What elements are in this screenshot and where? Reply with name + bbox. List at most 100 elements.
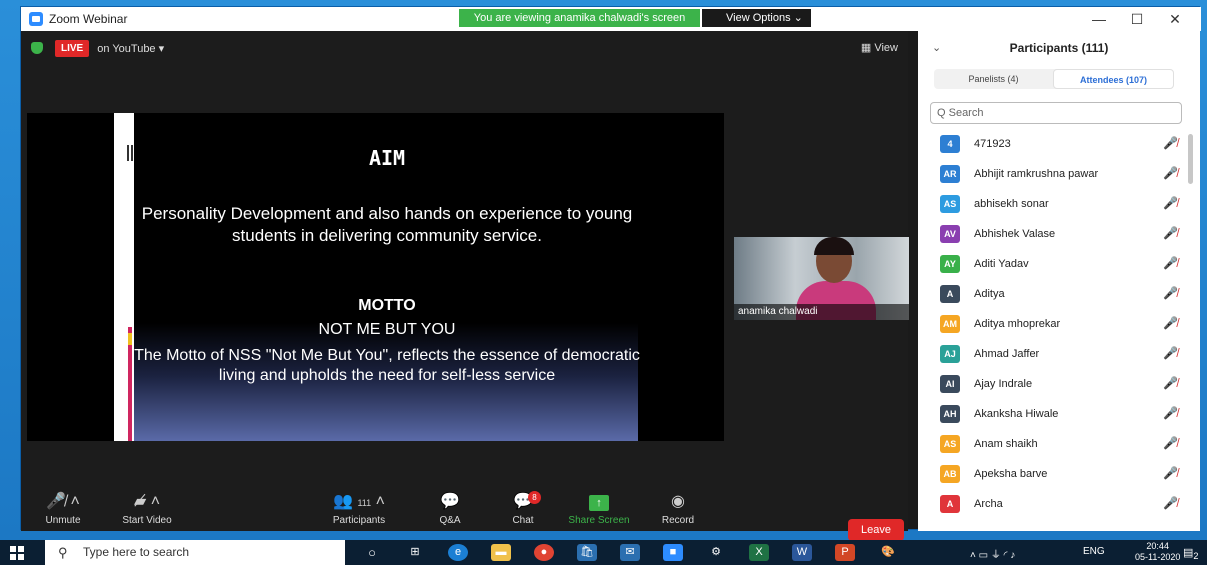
avatar: AI — [940, 375, 960, 393]
participant-name: abhisekh sonar — [974, 198, 1049, 210]
participant-name: Aditya — [974, 288, 1005, 300]
record-button[interactable]: ◉ Record — [658, 491, 698, 526]
avatar: AS — [940, 435, 960, 453]
panel-title: Participants (111) — [1009, 41, 1109, 55]
share-screen-label: Share Screen — [568, 515, 630, 526]
mic-muted-icon: 🎤̸ — [1163, 496, 1178, 510]
chrome-icon[interactable]: ● — [534, 544, 554, 561]
participant-search-input[interactable]: Q Search — [930, 102, 1182, 124]
participants-button[interactable]: 👥 111 ˄ Participants — [328, 491, 390, 526]
participant-row[interactable]: A Aditya 🎤̸ — [938, 280, 1188, 310]
meeting-toolbar: 🎤̸ ˄ Unmute ▰̸ ˄ Start Video 👥 111 ˄ Par… — [21, 487, 908, 531]
participant-row[interactable]: AB Apeksha barve 🎤̸ — [938, 460, 1188, 490]
paint-icon[interactable]: 🎨 — [878, 544, 898, 561]
video-name-label: anamika chalwadi — [734, 304, 909, 320]
start-video-label: Start Video — [122, 515, 172, 526]
qa-button[interactable]: 💬 Q&A — [433, 491, 467, 526]
mic-muted-icon: 🎤̸ — [1163, 316, 1178, 330]
chat-label: Chat — [512, 515, 534, 526]
participant-row[interactable]: A Archa 🎤̸ — [938, 490, 1188, 520]
participant-row[interactable]: AM Aditya mhoprekar 🎤̸ — [938, 310, 1188, 340]
mic-muted-icon: 🎤̸ — [1163, 376, 1178, 390]
panel-scrollbar[interactable] — [1188, 134, 1193, 184]
settings-icon[interactable]: ⚙ — [706, 544, 726, 561]
participants-panel: ⌄ Participants (111) Panelists (4) Atten… — [918, 31, 1200, 531]
windows-start-icon[interactable] — [10, 546, 24, 560]
notification-icon[interactable]: ▤2 — [1183, 546, 1199, 561]
avatar: AB — [940, 465, 960, 483]
mic-muted-icon: 🎤̸ — [1163, 136, 1178, 150]
view-button[interactable]: ▦ View — [861, 41, 898, 54]
participant-name: Ajay Indrale — [974, 378, 1033, 390]
shield-icon — [31, 42, 43, 54]
participant-name: Archa — [974, 498, 1003, 510]
language-indicator[interactable]: ENG — [1083, 546, 1105, 557]
excel-icon[interactable]: X — [749, 544, 769, 561]
minimize-button[interactable]: — — [1079, 10, 1119, 28]
tab-attendees[interactable]: Attendees (107) — [1053, 69, 1174, 89]
participant-name: Anam shaikh — [974, 438, 1038, 450]
avatar: AS — [940, 195, 960, 213]
taskbar-search-input[interactable]: Type here to search — [45, 540, 345, 565]
title-bar: Zoom Webinar You are viewing anamika cha… — [21, 7, 1201, 31]
avatar: A — [940, 285, 960, 303]
maximize-button[interactable]: ☐ — [1117, 10, 1157, 28]
system-tray-icons[interactable]: ˄ ▭ ⏚ ◜ ♪ — [970, 546, 1015, 561]
slide-motto-text: The Motto of NSS "Not Me But You", refle… — [134, 347, 640, 384]
chat-button[interactable]: 💬 8 Chat — [506, 491, 541, 526]
start-video-button[interactable]: ▰̸ ˄ Start Video — [116, 491, 178, 526]
participant-row[interactable]: AH Akanksha Hiwale 🎤̸ — [938, 400, 1188, 430]
participant-row[interactable]: AS Anam shaikh 🎤̸ — [938, 430, 1188, 460]
shared-slide: AIM Personality Development and also han… — [27, 113, 724, 441]
avatar: 4 — [940, 135, 960, 153]
participant-row[interactable]: AI Ajay Indrale 🎤̸ — [938, 370, 1188, 400]
zoom-taskbar-icon[interactable]: ■ — [663, 544, 683, 561]
mic-muted-icon: 🎤̸ — [1163, 346, 1178, 360]
avatar: AH — [940, 405, 960, 423]
clock[interactable]: 20:44 05-11-2020 — [1135, 541, 1180, 563]
share-icon: ↑ — [589, 495, 609, 511]
slide-motto-line: NOT ME BUT YOU — [318, 321, 456, 338]
share-screen-button[interactable]: ↑ Share Screen — [564, 491, 634, 526]
edge-icon[interactable]: e — [448, 544, 468, 561]
word-icon[interactable]: W — [792, 544, 812, 561]
avatar: A — [940, 495, 960, 513]
speaker-video[interactable]: anamika chalwadi — [734, 237, 909, 320]
view-label: View — [874, 42, 898, 54]
unmute-label: Unmute — [45, 515, 81, 526]
cortana-icon[interactable]: ○ — [362, 544, 382, 561]
mic-muted-icon: 🎤̸ — [1163, 406, 1178, 420]
powerpoint-icon[interactable]: P — [835, 544, 855, 561]
record-icon: ◉ — [671, 493, 685, 510]
search-icon: ⚲ — [58, 545, 68, 560]
mail-icon[interactable]: ✉ — [620, 544, 640, 561]
view-options-button[interactable]: View Options ⌄ — [702, 9, 811, 27]
file-explorer-icon[interactable]: ▬ — [491, 544, 511, 561]
avatar: AV — [940, 225, 960, 243]
participant-name: Akanksha Hiwale — [974, 408, 1059, 420]
avatar: AJ — [940, 345, 960, 363]
participant-row[interactable]: AS abhisekh sonar 🎤̸ — [938, 190, 1188, 220]
window-title: Zoom Webinar — [49, 12, 128, 26]
store-icon[interactable]: 🛍 — [577, 544, 597, 561]
participant-name: Apeksha barve — [974, 468, 1048, 480]
tab-panelists[interactable]: Panelists (4) — [934, 69, 1053, 89]
participant-row[interactable]: 4 471923 🎤̸ — [938, 130, 1188, 160]
mic-muted-icon: 🎤̸ — [1163, 256, 1178, 270]
avatar: AM — [940, 315, 960, 333]
record-label: Record — [661, 515, 695, 526]
slide-description: Personality Development and also hands o… — [141, 204, 633, 245]
participant-row[interactable]: AJ Ahmad Jaffer 🎤̸ — [938, 340, 1188, 370]
task-view-icon[interactable]: ⊞ — [405, 544, 425, 561]
clock-time: 20:44 — [1146, 541, 1169, 551]
participant-row[interactable]: AY Aditi Yadav 🎤̸ — [938, 250, 1188, 280]
unmute-button[interactable]: 🎤̸ ˄ Unmute — [41, 491, 85, 526]
participant-row[interactable]: AR Abhijit ramkrushna pawar 🎤̸ — [938, 160, 1188, 190]
participant-row[interactable]: AV Abhishek Valase 🎤̸ — [938, 220, 1188, 250]
leave-button[interactable]: Leave — [848, 519, 904, 541]
live-target-dropdown[interactable]: on YouTube ▾ — [97, 42, 164, 55]
close-button[interactable]: ✕ — [1155, 10, 1195, 28]
participant-name: Abhijit ramkrushna pawar — [974, 168, 1099, 180]
video-person-hair — [814, 237, 854, 255]
meeting-area: LIVE on YouTube ▾ ▦ View AIM Personality… — [21, 31, 909, 541]
